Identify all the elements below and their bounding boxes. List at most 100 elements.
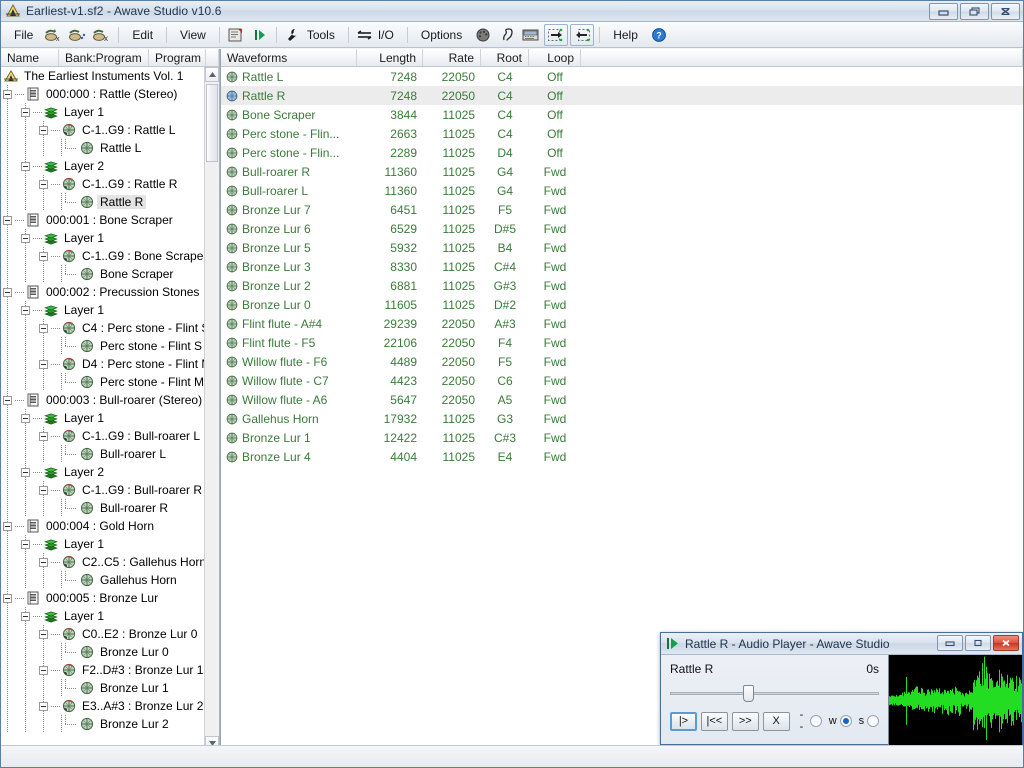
tree-item[interactable]: Layer 1 xyxy=(1,103,204,121)
menu-help[interactable]: Help xyxy=(604,24,647,46)
tree-item[interactable]: D4 : Perc stone - Flint M xyxy=(1,355,204,373)
tree-item[interactable]: The Earliest Instuments Vol. 1 xyxy=(1,67,204,85)
tree-item[interactable]: C-1..G9 : Bull-roarer R xyxy=(1,481,204,499)
waveform-row[interactable]: Bronze Lur 2 6881 11025 G#3 Fwd xyxy=(221,276,1023,295)
tree-item[interactable]: 000:003 : Bull-roarer (Stereo) xyxy=(1,391,204,409)
tree-item[interactable]: C2..C5 : Gallehus Horn xyxy=(1,553,204,571)
tree-item[interactable]: Bone Scraper xyxy=(1,265,204,283)
waveform-row[interactable]: Gallehus Horn 17932 11025 G3 Fwd xyxy=(221,409,1023,428)
tree-item[interactable]: Layer 1 xyxy=(1,301,204,319)
tree-item[interactable]: Layer 1 xyxy=(1,535,204,553)
save-as-icon[interactable]: x xyxy=(90,24,114,46)
radio-s[interactable] xyxy=(867,715,880,727)
tree-item[interactable]: Gallehus Horn xyxy=(1,571,204,589)
tree-item[interactable]: Rattle L xyxy=(1,139,204,157)
wave-col-loop[interactable]: Loop xyxy=(529,49,581,66)
tree-item[interactable]: Perc stone - Flint M xyxy=(1,373,204,391)
tree-expander-collapse[interactable] xyxy=(3,395,12,405)
tree-expander-collapse[interactable] xyxy=(3,593,12,603)
wave-col-root[interactable]: Root xyxy=(481,49,529,66)
tree-expander-collapse[interactable] xyxy=(21,233,30,243)
tree-item[interactable]: 000:004 : Gold Horn xyxy=(1,517,204,535)
slider-thumb[interactable] xyxy=(743,685,754,702)
menu-options[interactable]: Options xyxy=(412,24,471,46)
help-question-icon[interactable]: ? xyxy=(647,24,671,46)
tree-item[interactable]: Layer 2 xyxy=(1,463,204,481)
import-arrow-icon[interactable] xyxy=(544,23,569,46)
waveform-row[interactable]: Bone Scraper 3844 11025 C4 Off xyxy=(221,105,1023,124)
menu-edit[interactable]: Edit xyxy=(123,24,162,46)
waveform-row[interactable]: Rattle R 7248 22050 C4 Off xyxy=(221,86,1023,105)
wrench-icon[interactable] xyxy=(281,24,305,46)
tree-col-program[interactable]: Program xyxy=(149,49,206,66)
wave-col-length[interactable]: Length xyxy=(357,49,423,66)
palette-icon[interactable] xyxy=(471,24,495,46)
tree-item[interactable]: C0..E2 : Bronze Lur 0 xyxy=(1,625,204,643)
minimize-button[interactable] xyxy=(929,3,958,20)
keyboard-icon[interactable] xyxy=(519,24,543,46)
tree-item[interactable]: Bull-roarer R xyxy=(1,499,204,517)
tree-item[interactable]: Bronze Lur 2 xyxy=(1,715,204,733)
tree-item[interactable]: Bull-roarer L xyxy=(1,445,204,463)
waveform-row[interactable]: Flint flute - A#4 29239 22050 A#3 Fwd xyxy=(221,314,1023,333)
tree-item[interactable]: E3..A#3 : Bronze Lur 2 xyxy=(1,697,204,715)
waveform-row[interactable]: Bull-roarer L 11360 11025 G4 Fwd xyxy=(221,181,1023,200)
waveform-row[interactable]: Flint flute - F5 22106 22050 F4 Fwd xyxy=(221,333,1023,352)
player-stop-button[interactable]: X xyxy=(762,711,790,731)
tree-expander-collapse[interactable] xyxy=(21,161,30,171)
tree-expander-collapse[interactable] xyxy=(39,359,48,369)
tree-expander-collapse[interactable] xyxy=(21,539,30,549)
tree-expander-collapse[interactable] xyxy=(39,665,48,675)
waveform-row[interactable]: Rattle L 7248 22050 C4 Off xyxy=(221,67,1023,86)
tree-expander-collapse[interactable] xyxy=(39,557,48,567)
properties-icon[interactable] xyxy=(224,24,248,46)
tree-expander-collapse[interactable] xyxy=(21,611,30,621)
io-icon[interactable] xyxy=(353,24,377,46)
scroll-up-arrow[interactable] xyxy=(205,67,219,82)
tree-item[interactable]: 000:001 : Bone Scraper xyxy=(1,211,204,229)
tree-item[interactable]: Layer 1 xyxy=(1,229,204,247)
tree-expander-collapse[interactable] xyxy=(21,467,30,477)
tree-item[interactable]: Layer 1 xyxy=(1,409,204,427)
tree-item[interactable]: C-1..G9 : Bone Scraper xyxy=(1,247,204,265)
tree-expander-collapse[interactable] xyxy=(39,251,48,261)
tree-item[interactable]: 000:005 : Bronze Lur xyxy=(1,589,204,607)
open-file-icon[interactable]: x xyxy=(42,24,66,46)
save-file-icon[interactable] xyxy=(66,24,90,46)
tree-expander-collapse[interactable] xyxy=(21,107,30,117)
tree-item[interactable]: Layer 2 xyxy=(1,157,204,175)
tree-col-bankprog[interactable]: Bank:Program xyxy=(59,49,149,66)
tree-item[interactable]: Bronze Lur 0 xyxy=(1,643,204,661)
waveform-row[interactable]: Bronze Lur 7 6451 11025 F5 Fwd xyxy=(221,200,1023,219)
tree-item[interactable]: Perc stone - Flint S xyxy=(1,337,204,355)
wave-col-rate[interactable]: Rate xyxy=(423,49,481,66)
player-forward-button[interactable]: >> xyxy=(731,711,759,731)
tree-expander-collapse[interactable] xyxy=(39,125,48,135)
waveform-row[interactable]: Perc stone - Flin... 2663 11025 C4 Off xyxy=(221,124,1023,143)
tree-item[interactable]: F2..D#3 : Bronze Lur 1 xyxy=(1,661,204,679)
wave-col-waveforms[interactable]: Waveforms xyxy=(221,49,357,66)
tree-expander-collapse[interactable] xyxy=(3,215,12,225)
radio-none[interactable] xyxy=(809,715,822,727)
tree-expander-collapse[interactable] xyxy=(39,179,48,189)
scroll-thumb[interactable] xyxy=(206,84,218,162)
play-icon[interactable] xyxy=(248,24,272,46)
player-restore-button[interactable] xyxy=(965,635,991,651)
tree-view[interactable]: The Earliest Instuments Vol. 1 000:000 :… xyxy=(1,67,219,767)
waveform-row[interactable]: Perc stone - Flin... 2289 11025 D4 Off xyxy=(221,143,1023,162)
tree-expander-collapse[interactable] xyxy=(21,413,30,423)
player-close-button[interactable] xyxy=(993,635,1019,651)
waveform-row[interactable]: Bull-roarer R 11360 11025 G4 Fwd xyxy=(221,162,1023,181)
close-button[interactable] xyxy=(991,3,1020,20)
waveform-row[interactable]: Bronze Lur 6 6529 11025 D#5 Fwd xyxy=(221,219,1023,238)
waveform-row[interactable]: Bronze Lur 1 12422 11025 C#3 Fwd xyxy=(221,428,1023,447)
waveform-row[interactable]: Bronze Lur 4 4404 11025 E4 Fwd xyxy=(221,447,1023,466)
menu-io[interactable]: I/O xyxy=(377,24,403,46)
player-minimize-button[interactable] xyxy=(937,635,963,651)
restore-button[interactable] xyxy=(960,3,989,20)
tree-vertical-scrollbar[interactable] xyxy=(204,67,219,751)
waveform-row[interactable]: Bronze Lur 0 11605 11025 D#2 Fwd xyxy=(221,295,1023,314)
waveform-row[interactable]: Bronze Lur 3 8330 11025 C#4 Fwd xyxy=(221,257,1023,276)
tree-expander-collapse[interactable] xyxy=(21,305,30,315)
tree-expander-collapse[interactable] xyxy=(39,431,48,441)
